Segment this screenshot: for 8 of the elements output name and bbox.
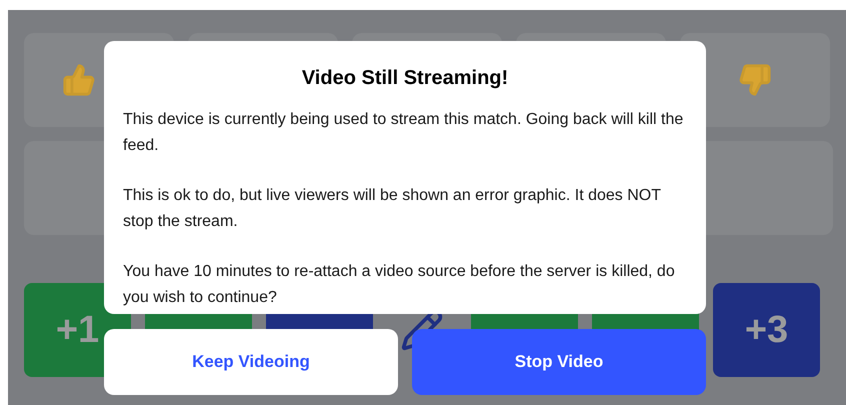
dialog-paragraph: This is ok to do, but live viewers will be shown an error graphic. It does NOT stop the stream. [123, 186, 662, 232]
stop-video-button[interactable]: Stop Video [412, 329, 706, 395]
thumbs-down-icon [738, 63, 772, 97]
dialog-title: Video Still Streaming! [300, 66, 510, 91]
score-button[interactable]: +3 [713, 283, 820, 377]
dialog-paragraph: This device is currently being used to stream this match. Going back will kill the feed. [123, 110, 684, 156]
thumbs-up-icon [62, 63, 96, 97]
keep-videoing-button[interactable]: Keep Videoing [104, 329, 398, 395]
